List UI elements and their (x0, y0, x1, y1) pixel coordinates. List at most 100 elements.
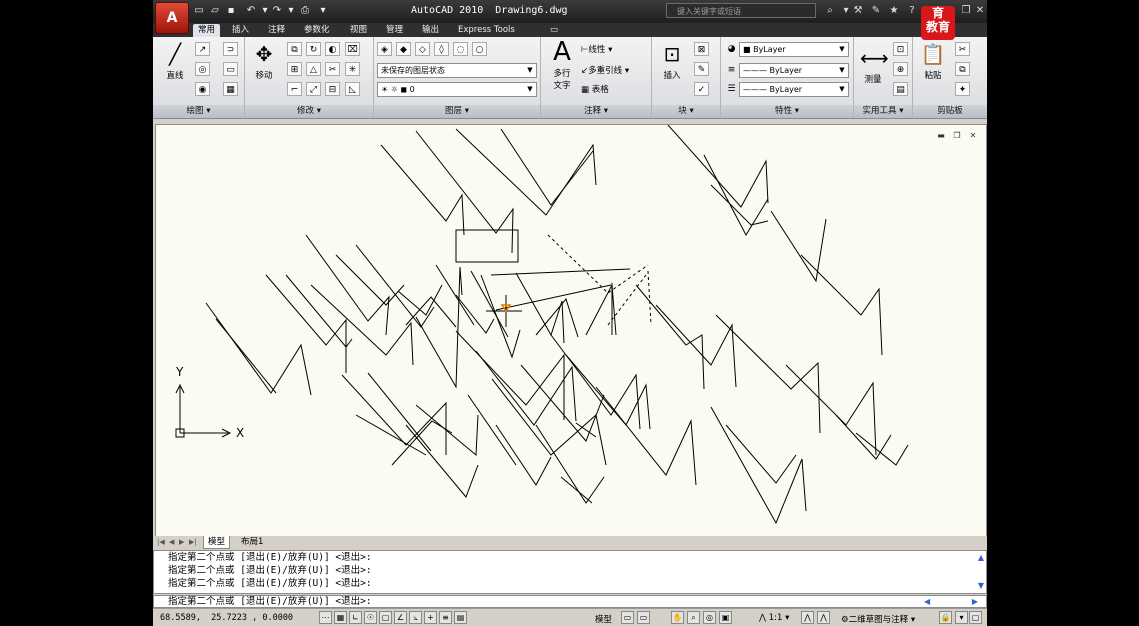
first-layout-icon[interactable]: |◀ (157, 537, 166, 547)
color-dropdown[interactable]: ■ ByLayer ▼ (739, 42, 849, 57)
edit-block-icon[interactable]: ✎ (694, 62, 709, 76)
cut-icon[interactable]: ✂ (955, 42, 970, 56)
tab-express-tools[interactable]: Express Tools (453, 24, 520, 37)
measure-button[interactable]: ⟷ 测量 (857, 45, 889, 85)
layer-previous-icon[interactable]: ◊ (434, 42, 449, 56)
tab-parametric[interactable]: 参数化 (299, 24, 335, 37)
array-icon[interactable]: ⊃ (223, 42, 238, 56)
snap-mode-icon[interactable]: ⋯ (319, 611, 332, 624)
id-point-icon[interactable]: ⊕ (893, 62, 908, 76)
stretch-icon[interactable]: ⊞ (287, 62, 302, 76)
rectangle-icon[interactable]: ▭ (223, 62, 238, 76)
subscription-center-icon[interactable]: ⚒ (851, 4, 865, 18)
redo-dropdown-icon[interactable]: ▾ (285, 4, 297, 17)
save-icon[interactable]: ▪ (225, 4, 237, 17)
layer-unisolate-icon[interactable]: ○ (472, 42, 487, 56)
communication-center-icon[interactable]: ✎ (869, 4, 883, 18)
tab-home[interactable]: 常用 (193, 24, 221, 37)
application-menu-button[interactable]: A (155, 2, 189, 34)
undo-icon[interactable]: ↶ (245, 4, 257, 17)
trim-icon[interactable]: ✂ (325, 62, 340, 76)
scroll-left-icon[interactable]: ◀ (924, 597, 930, 606)
status-menu-icon[interactable]: ▾ (955, 611, 968, 624)
annotation-visibility-icon[interactable]: ⋀ (801, 611, 814, 624)
match-properties-icon[interactable]: ✦ (955, 82, 970, 96)
ribbon-minimize-icon[interactable]: ▭ (545, 24, 563, 37)
search-input[interactable]: 键入关键字或短语 (666, 3, 816, 18)
copy-clip-icon[interactable]: ⧉ (955, 62, 970, 76)
circle-icon[interactable]: ◎ (195, 62, 210, 76)
fillet-icon[interactable]: ⌐ (287, 82, 302, 96)
quick-view-drawings-icon[interactable]: ▭ (637, 611, 650, 624)
last-layout-icon[interactable]: ▶| (189, 537, 198, 547)
next-layout-icon[interactable]: ▶ (179, 537, 188, 547)
color-wheel-icon[interactable]: ◕ (724, 42, 739, 56)
multileader-button[interactable]: ↙多重引线 ▾ (581, 64, 629, 76)
layer-match-icon[interactable]: ◇ (415, 42, 430, 56)
lineweight-toggle-icon[interactable]: ≡ (439, 611, 452, 624)
showmotion-icon[interactable]: ▣ (719, 611, 732, 624)
dynamic-ucs-icon[interactable]: ⦣ (409, 611, 422, 624)
dynamic-input-icon[interactable]: + (424, 611, 437, 624)
explode-icon[interactable]: ✳ (345, 62, 360, 76)
insert-block-button[interactable]: ⊡ 插入 (656, 41, 688, 81)
redo-icon[interactable]: ↷ (271, 4, 283, 17)
layer-state-dropdown[interactable]: 未保存的图层状态 ▼ (377, 63, 537, 78)
multiline-text-button[interactable]: A 多行 文字 (545, 39, 579, 91)
undo-dropdown-icon[interactable]: ▾ (259, 4, 271, 17)
auto-scale-icon[interactable]: ⋀ (817, 611, 830, 624)
restore-window-icon[interactable]: ❐ (959, 4, 973, 18)
layer-isolate-icon[interactable]: ◌ (453, 42, 468, 56)
panel-title[interactable]: 图层 ▾ (374, 105, 540, 118)
hatch-icon[interactable]: ▦ (223, 82, 238, 96)
layer-make-current-icon[interactable]: ◆ (396, 42, 411, 56)
zoom-icon[interactable]: ⌕ (687, 611, 700, 624)
binoculars-icon[interactable]: ⌕ (823, 4, 837, 18)
offset-icon[interactable]: ⊟ (325, 82, 340, 96)
panel-title[interactable]: 特性 ▾ (721, 105, 853, 118)
close-window-icon[interactable]: ✕ (973, 4, 987, 18)
polar-tracking-icon[interactable]: ☉ (364, 611, 377, 624)
annotation-scale[interactable]: ⋀ 1:1 ▾ (759, 613, 789, 623)
quick-properties-icon[interactable]: ▤ (454, 611, 467, 624)
mirror-icon[interactable]: ◐ (325, 42, 340, 56)
panel-title[interactable]: 剪贴板 (913, 105, 987, 118)
grid-display-icon[interactable]: ▦ (334, 611, 347, 624)
attribute-icon[interactable]: ✓ (694, 82, 709, 96)
lock-icon[interactable]: 🔒 (939, 611, 952, 624)
move-button[interactable]: ✥ 移动 (249, 41, 279, 81)
open-icon[interactable]: ▱ (209, 4, 221, 17)
erase-icon[interactable]: ⌧ (345, 42, 360, 56)
copy-icon[interactable]: ⧉ (287, 42, 302, 56)
tab-layout1[interactable]: 布局1 (237, 536, 267, 548)
polyline-icon[interactable]: ↗ (195, 42, 210, 56)
linetype-dropdown[interactable]: ——— ByLayer ▼ (739, 63, 849, 78)
layer-dropdown[interactable]: ☀ ☼ ◼ 0 ▼ (377, 82, 537, 97)
steering-wheel-icon[interactable]: ◎ (703, 611, 716, 624)
chamfer-icon[interactable]: ◺ (345, 82, 360, 96)
panel-title[interactable]: 块 ▾ (652, 105, 720, 118)
help-icon[interactable]: ? (905, 4, 919, 18)
tab-output[interactable]: 输出 (417, 24, 444, 37)
linear-dimension-button[interactable]: ⊢线性 ▾ (581, 43, 612, 55)
scroll-up-icon[interactable]: ▲ (978, 553, 984, 562)
tab-annotate[interactable]: 注释 (263, 24, 290, 37)
create-block-icon[interactable]: ⊠ (694, 42, 709, 56)
object-snap-icon[interactable]: ▢ (379, 611, 392, 624)
clean-screen-icon[interactable]: ▢ (969, 611, 982, 624)
table-button[interactable]: ▦ 表格 (581, 83, 609, 95)
tab-manage[interactable]: 管理 (381, 24, 408, 37)
panel-title[interactable]: 实用工具 ▾ (854, 105, 912, 118)
tab-insert[interactable]: 插入 (227, 24, 254, 37)
quick-view-layouts-icon[interactable]: ▭ (621, 611, 634, 624)
quick-select-icon[interactable]: ⊡ (893, 42, 908, 56)
object-snap-tracking-icon[interactable]: ∠ (394, 611, 407, 624)
model-space-button[interactable]: 模型 (595, 613, 612, 625)
plot-icon[interactable]: ⎙ (299, 4, 311, 17)
pan-icon[interactable]: ✋ (671, 611, 684, 624)
panel-title[interactable]: 绘图 ▾ (153, 105, 244, 118)
scroll-right-icon[interactable]: ▶ (972, 597, 978, 606)
panel-title[interactable]: 注释 ▾ (541, 105, 651, 118)
command-input[interactable]: 指定第二个点或 [退出(E)/放弃(U)] <退出>: ◀ ▶ (153, 595, 987, 608)
panel-title[interactable]: 修改 ▾ (245, 105, 373, 118)
